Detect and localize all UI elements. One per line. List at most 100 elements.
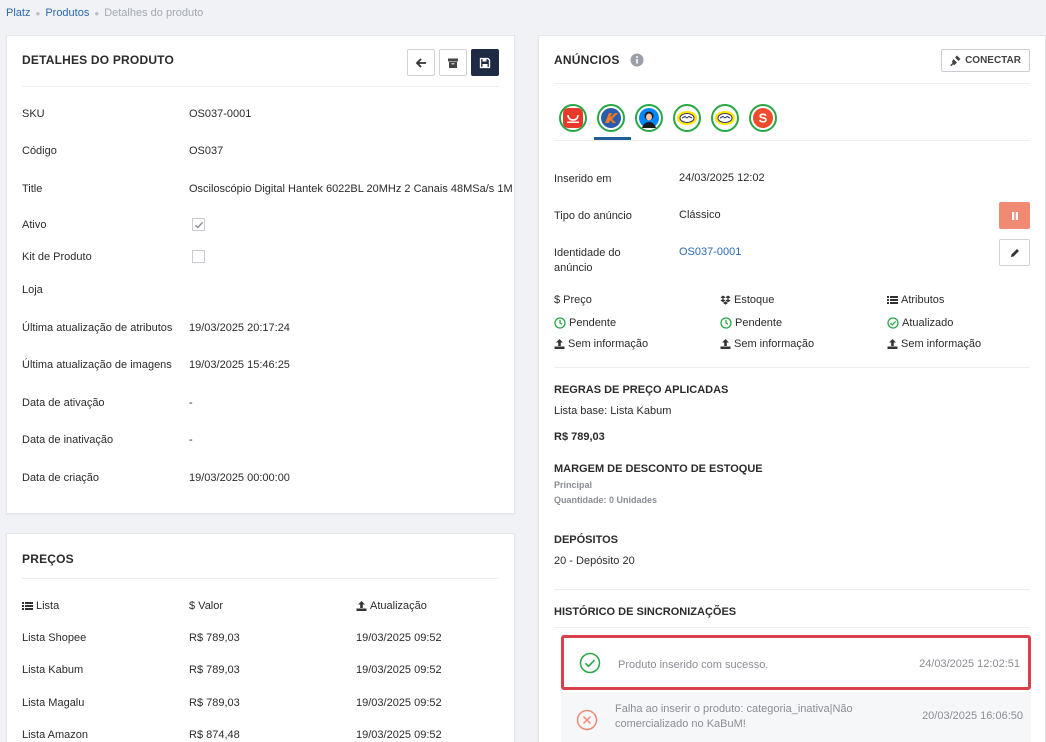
upload-icon: [720, 339, 731, 349]
connect-button[interactable]: CONECTAR: [941, 49, 1030, 72]
channel-shopee-tab[interactable]: S: [749, 104, 777, 132]
prices-card: PREÇOS Lista $ Valor Atualização Lista S…: [6, 533, 515, 742]
plug-icon: [950, 55, 961, 66]
breadcrumb-platz[interactable]: Platz: [6, 7, 30, 19]
save-button[interactable]: [471, 49, 499, 76]
detail-row-attr-update: Última atualização de atributos 19/03/202…: [22, 322, 290, 334]
check-circle-icon: [579, 652, 601, 673]
price-rules-title: REGRAS DE PREÇO APLICADAS: [554, 384, 729, 396]
price-row-value: R$ 789,03: [189, 697, 240, 709]
arrow-left-icon: [415, 57, 426, 68]
ativo-checkbox[interactable]: [192, 218, 205, 231]
stock-margin-main: Principal: [554, 480, 593, 490]
error-circle-icon: [576, 709, 598, 730]
history-item-error: Falha ao inserir o produto: categoria_in…: [561, 692, 1031, 742]
detail-row-activation: Data de ativação -: [22, 397, 193, 409]
ads-title: ANÚNCIOS: [554, 53, 620, 67]
list-icon: [887, 296, 898, 304]
shopee-logo-icon: S: [753, 108, 773, 128]
detail-row-codigo: Código OS037: [22, 145, 224, 157]
deposits-title: DEPÓSITOS: [554, 534, 618, 546]
upload-icon: [356, 601, 367, 611]
check-circle-icon: [887, 317, 899, 329]
prices-title: PREÇOS: [22, 552, 74, 566]
clock-icon: [720, 317, 732, 329]
back-button[interactable]: [407, 49, 435, 76]
breadcrumb: Platz ● Produtos ● Detalhes do produto: [6, 7, 203, 19]
history-time: 20/03/2025 16:06:50: [922, 710, 1023, 722]
product-details-title: DETALHES DO PRODUTO: [22, 53, 175, 67]
price-row-updated: 19/03/2025 09:52: [356, 664, 442, 676]
pencil-icon: [1010, 248, 1019, 257]
price-row-value: R$ 874,48: [189, 729, 240, 741]
edit-identity-button[interactable]: [999, 239, 1030, 266]
history-item-success: Produto inserido com sucesso. 24/03/2025…: [561, 635, 1031, 690]
dollar-icon: $: [554, 294, 561, 306]
breadcrumb-produtos[interactable]: Produtos: [45, 7, 89, 19]
channel-magalu-tab[interactable]: [635, 104, 663, 132]
product-details-card: DETALHES DO PRODUTO SKU OS037-0001 Código…: [6, 35, 515, 514]
check-icon: [194, 221, 203, 229]
channel-mercadolivre-2-tab[interactable]: [711, 104, 739, 132]
ad-identity-link[interactable]: OS037-0001: [679, 246, 741, 258]
mercadolivre-logo-icon: [715, 111, 735, 125]
info-icon[interactable]: [630, 53, 644, 67]
stat-price-upload: Sem informação: [554, 338, 648, 350]
history-title: HISTÓRICO DE SINCRONIZAÇÕES: [554, 606, 737, 618]
kabum-logo-icon: [601, 108, 621, 128]
detail-row-title: Title Osciloscópio Digital Hantek 6022BL …: [22, 183, 513, 195]
upload-icon: [887, 339, 898, 349]
breadcrumb-separator: ●: [35, 8, 41, 18]
breadcrumb-separator: ●: [94, 8, 100, 18]
stat-price-status: Pendente: [554, 317, 616, 329]
ad-type-row: Tipo do anúncio Clássico: [554, 209, 721, 222]
magalu-logo-icon: [639, 108, 659, 128]
price-rules-base: Lista base: Lista Kabum: [554, 405, 672, 417]
stat-attrs-upload: Sem informação: [887, 338, 981, 350]
stat-stock-upload: Sem informação: [720, 338, 814, 350]
detail-row-creation: Data de criação 19/03/2025 00:00:00: [22, 472, 290, 484]
pause-ad-button[interactable]: [999, 202, 1030, 229]
stat-header-stock: Estoque: [720, 294, 774, 306]
prices-header-list: Lista: [22, 600, 59, 612]
deposits-value: 20 - Depósito 20: [554, 555, 635, 567]
archive-icon: [448, 58, 458, 68]
stock-margin-qty: Quantidade: 0 Unidades: [554, 495, 658, 505]
channel-kabum-tab[interactable]: [597, 104, 625, 132]
detail-row-ativo: Ativo: [22, 218, 205, 231]
prices-header-updated: Atualização: [356, 600, 427, 612]
detail-toolbar: [407, 49, 499, 76]
kit-checkbox[interactable]: [192, 250, 205, 263]
clock-icon: [554, 317, 566, 329]
detail-row-kit: Kit de Produto: [22, 250, 205, 263]
svg-text:S: S: [759, 111, 768, 126]
archive-button[interactable]: [439, 49, 467, 76]
stat-stock-status: Pendente: [720, 317, 782, 329]
stat-header-attrs: Atributos: [887, 294, 944, 306]
channel-aliexpress-tab[interactable]: [559, 104, 587, 132]
price-row-list: Lista Amazon: [22, 729, 89, 741]
history-message: Produto inserido com sucesso.: [618, 659, 769, 671]
history-message: Falha ao inserir o produto: categoria_in…: [615, 703, 853, 730]
price-row-list: Lista Magalu: [22, 697, 85, 709]
ad-inserted-row: Inserido em 24/03/2025 12:02: [554, 172, 765, 185]
detail-row-img-update: Última atualização de imagens 19/03/2025 …: [22, 359, 290, 371]
stat-attrs-status: Atualizado: [887, 317, 953, 329]
stock-margin-title: MARGEM DE DESCONTO DE ESTOQUE: [554, 463, 763, 475]
channel-mercadolivre-1-tab[interactable]: [673, 104, 701, 132]
price-row-value: R$ 789,03: [189, 632, 240, 644]
detail-row-sku: SKU OS037-0001: [22, 108, 252, 120]
dropbox-icon: [720, 295, 731, 305]
channel-tabs: S: [559, 104, 777, 132]
prices-header-value: $ Valor: [189, 600, 224, 612]
detail-row-loja: Loja: [22, 284, 43, 296]
ad-identity-row: Identidade do anúncio OS037-0001: [554, 246, 742, 274]
price-row-list: Lista Shopee: [22, 632, 87, 644]
price-row-updated: 19/03/2025 09:52: [356, 729, 442, 741]
price-row-updated: 19/03/2025 09:52: [356, 697, 442, 709]
aliexpress-logo-icon: [563, 108, 583, 128]
upload-icon: [554, 339, 565, 349]
detail-row-inactivation: Data de inativação -: [22, 434, 193, 446]
mercadolivre-logo-icon: [677, 111, 697, 125]
price-row-list: Lista Kabum: [22, 664, 84, 676]
